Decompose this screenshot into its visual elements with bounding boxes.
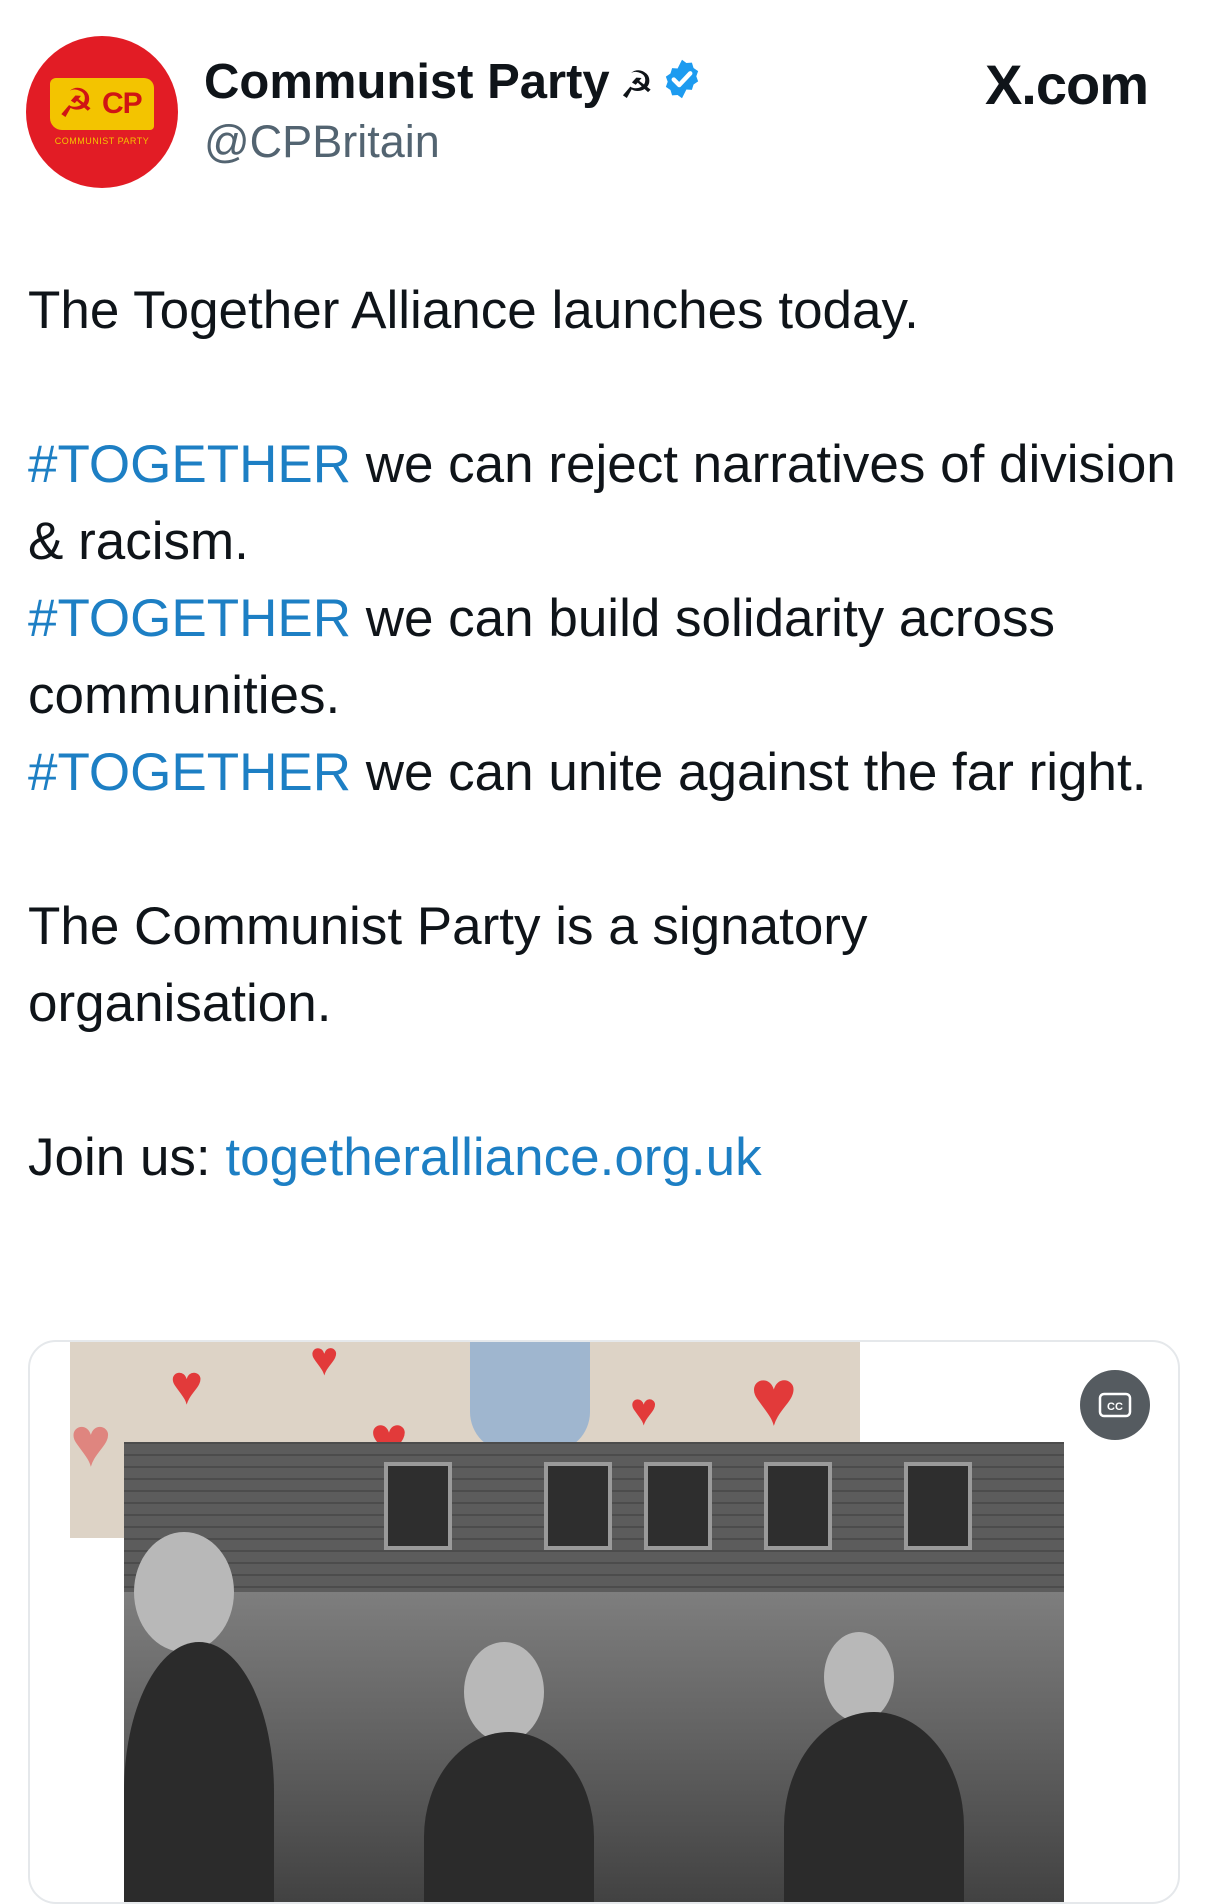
tweet-line: Join us: togetheralliance.org.uk bbox=[28, 1119, 1178, 1196]
join-link[interactable]: togetheralliance.org.uk bbox=[225, 1128, 761, 1187]
tweet-point: #TOGETHER we can reject narratives of di… bbox=[28, 426, 1178, 580]
tweet-line: The Communist Party is a signatory organ… bbox=[28, 897, 868, 1033]
join-label: Join us: bbox=[28, 1128, 226, 1187]
protest-photo bbox=[124, 1442, 1064, 1902]
face-shape bbox=[464, 1642, 544, 1742]
media-card[interactable]: ♥ ♥ ♥ ♥ ♥ ♥ ♥ ♥ CC bbox=[28, 1340, 1180, 1904]
user-handle[interactable]: @CPBritain bbox=[204, 114, 440, 170]
tweet-point: #TOGETHER we can build solidarity across… bbox=[28, 580, 1178, 734]
hashtag-link[interactable]: #TOGETHER bbox=[28, 743, 351, 802]
face-shape bbox=[134, 1532, 234, 1652]
source-label: X.com bbox=[984, 53, 1149, 116]
tweet-point-text: we can unite against the far right. bbox=[350, 743, 1147, 802]
hashtag-link[interactable]: #TOGETHER bbox=[28, 435, 351, 494]
display-name-text: Communist Party bbox=[204, 55, 610, 109]
heart-icon: ♥ bbox=[630, 1383, 658, 1435]
window-shape bbox=[644, 1462, 712, 1550]
hammer-sickle-icon: ☭ bbox=[619, 65, 654, 107]
heart-icon: ♥ bbox=[750, 1353, 798, 1442]
avatar-flag: ☭ CP bbox=[50, 78, 154, 130]
heart-icon: ♥ bbox=[170, 1353, 204, 1416]
tweet-line: The Together Alliance launches today. bbox=[28, 281, 919, 340]
avatar-caption: COMMUNIST PARTY bbox=[54, 136, 150, 146]
avatar[interactable]: ☭ CP COMMUNIST PARTY bbox=[26, 36, 178, 188]
hammer-sickle-icon: ☭ bbox=[58, 82, 94, 126]
heart-icon: ♥ bbox=[310, 1342, 339, 1386]
window-shape bbox=[764, 1462, 832, 1550]
hashtag-link[interactable]: #TOGETHER bbox=[28, 589, 351, 648]
svg-text:CC: CC bbox=[1107, 1401, 1123, 1413]
face-shape bbox=[824, 1632, 894, 1722]
window-shape bbox=[384, 1462, 452, 1550]
sleeve-shape bbox=[470, 1342, 590, 1452]
tweet-text: The Together Alliance launches today. #T… bbox=[28, 272, 1178, 1196]
avatar-monogram: CP bbox=[102, 87, 143, 120]
window-shape bbox=[544, 1462, 612, 1550]
closed-captions-icon: CC bbox=[1098, 1392, 1132, 1418]
tweet-point: #TOGETHER we can unite against the far r… bbox=[28, 734, 1178, 811]
heart-icon: ♥ bbox=[70, 1403, 112, 1481]
closed-captions-button[interactable]: CC bbox=[1080, 1370, 1150, 1440]
window-shape bbox=[904, 1462, 972, 1550]
verified-badge-icon bbox=[660, 55, 704, 115]
display-name[interactable]: Communist Party ☭ bbox=[204, 52, 704, 116]
